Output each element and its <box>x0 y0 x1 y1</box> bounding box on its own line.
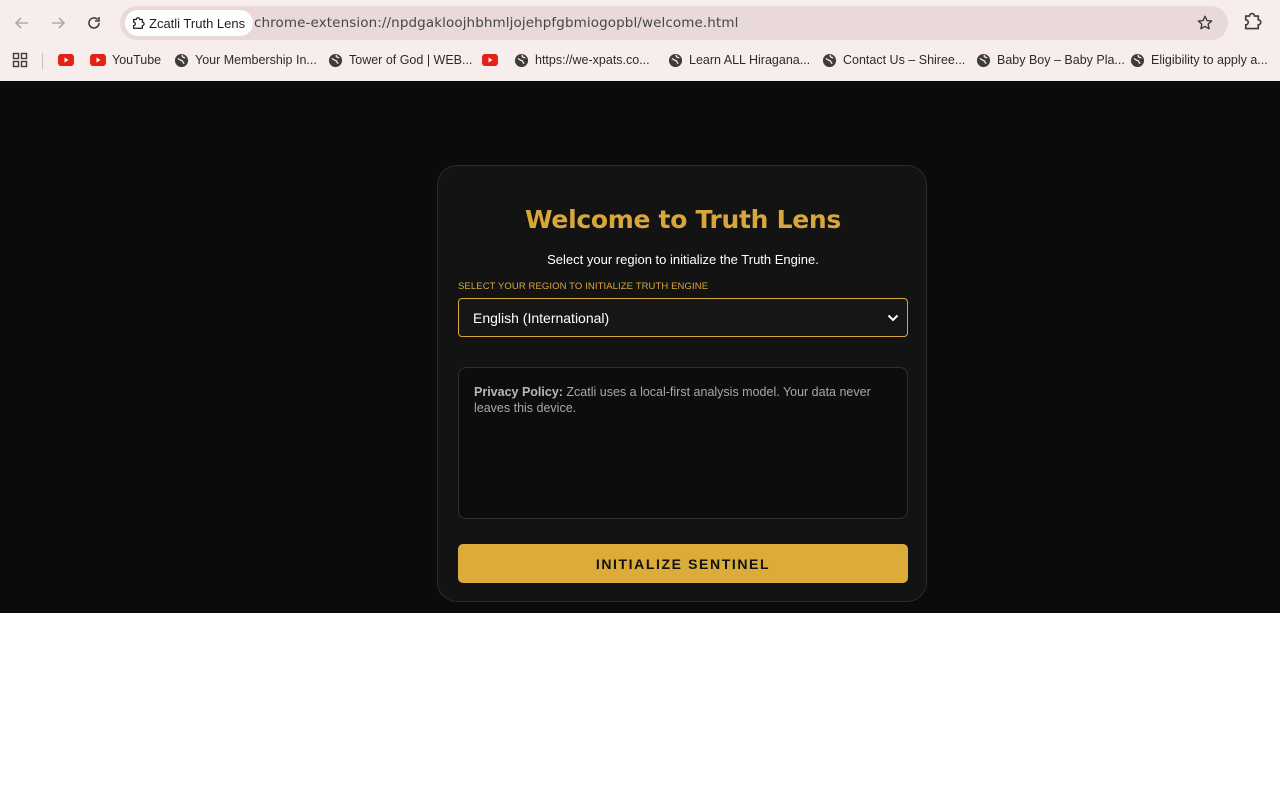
bookmark-contact-us[interactable]: Contact Us – Shiree... <box>822 46 965 74</box>
globe-icon <box>976 53 991 67</box>
bookmarks-separator <box>42 53 43 69</box>
chevron-down-icon <box>887 314 899 322</box>
extension-puzzle-icon <box>133 17 145 29</box>
region-select-value: English (International) <box>473 310 610 326</box>
url-text[interactable]: chrome-extension://npdgakloojhbhmljojehp… <box>254 15 738 31</box>
privacy-policy-box: Privacy Policy: Zcatli uses a local-firs… <box>458 367 908 519</box>
tab-title: Zcatli Truth Lens <box>149 15 246 31</box>
bookmark-label: Your Membership In... <box>195 53 317 67</box>
globe-icon <box>668 53 683 67</box>
globe-icon <box>1130 53 1145 67</box>
region-select-label: SELECT YOUR REGION TO INITIALIZE TRUTH E… <box>458 281 709 292</box>
initialize-sentinel-button[interactable]: INITIALIZE SENTINEL <box>458 544 908 583</box>
browser-toolbar: Zcatli Truth Lens chrome-extension://npd… <box>0 0 1280 46</box>
bookmark-label: https://we-xpats.co... <box>535 53 650 67</box>
reload-button[interactable] <box>82 11 106 35</box>
bookmark-label: Contact Us – Shiree... <box>843 53 966 67</box>
region-select[interactable]: English (International) <box>458 298 908 337</box>
bookmark-youtube[interactable]: YouTube <box>90 46 161 74</box>
address-bar[interactable]: Zcatli Truth Lens chrome-extension://npd… <box>120 6 1228 40</box>
welcome-title: Welcome to Truth Lens <box>525 205 841 234</box>
apps-button[interactable] <box>12 46 34 74</box>
globe-icon <box>822 53 837 67</box>
bookmarks-bar: YouTube Your Membership In... Tower of G… <box>0 46 1280 81</box>
extensions-button[interactable] <box>1242 11 1262 36</box>
bookmark-youtube-2[interactable] <box>482 46 504 74</box>
bookmark-label: Learn ALL Hiragana... <box>689 53 811 67</box>
reload-icon <box>88 17 100 29</box>
globe-icon <box>514 53 529 67</box>
globe-icon <box>174 53 189 67</box>
youtube-icon <box>90 54 106 66</box>
welcome-card: Welcome to Truth Lens Select your region… <box>437 165 927 602</box>
globe-icon <box>328 53 343 67</box>
bookmark-label: Tower of God | WEB... <box>349 53 473 67</box>
forward-arrow-icon <box>52 17 66 29</box>
apps-grid-icon <box>12 52 28 68</box>
extensions-puzzle-icon <box>1244 12 1262 30</box>
bookmark-baby-boy[interactable]: Baby Boy – Baby Pla... <box>976 46 1125 74</box>
bookmark-tower-of-god[interactable]: Tower of God | WEB... <box>328 46 472 74</box>
bookmark-youtube-icon-only[interactable] <box>58 46 80 74</box>
bookmark-we-xpats[interactable]: https://we-xpats.co... <box>514 46 650 74</box>
welcome-subtitle: Select your region to initialize the Tru… <box>547 252 819 267</box>
bookmark-membership[interactable]: Your Membership In... <box>174 46 317 74</box>
bookmark-hiragana[interactable]: Learn ALL Hiragana... <box>668 46 810 74</box>
bookmark-eligibility[interactable]: Eligibility to apply a... <box>1130 46 1268 74</box>
back-arrow-icon <box>14 17 28 29</box>
bookmark-star-button[interactable] <box>1196 14 1214 37</box>
forward-button[interactable] <box>46 11 70 35</box>
bookmark-label: YouTube <box>112 53 162 67</box>
privacy-heading: Privacy Policy: <box>474 385 563 399</box>
back-button[interactable] <box>10 11 34 35</box>
bookmark-label: Baby Boy – Baby Pla... <box>997 53 1125 67</box>
site-info-chip[interactable]: Zcatli Truth Lens <box>125 10 254 36</box>
star-icon <box>1197 15 1213 30</box>
bookmark-label: Eligibility to apply a... <box>1151 53 1268 67</box>
youtube-icon <box>482 54 498 66</box>
youtube-icon <box>58 54 74 66</box>
page-background: Welcome to Truth Lens Select your region… <box>0 81 1280 613</box>
